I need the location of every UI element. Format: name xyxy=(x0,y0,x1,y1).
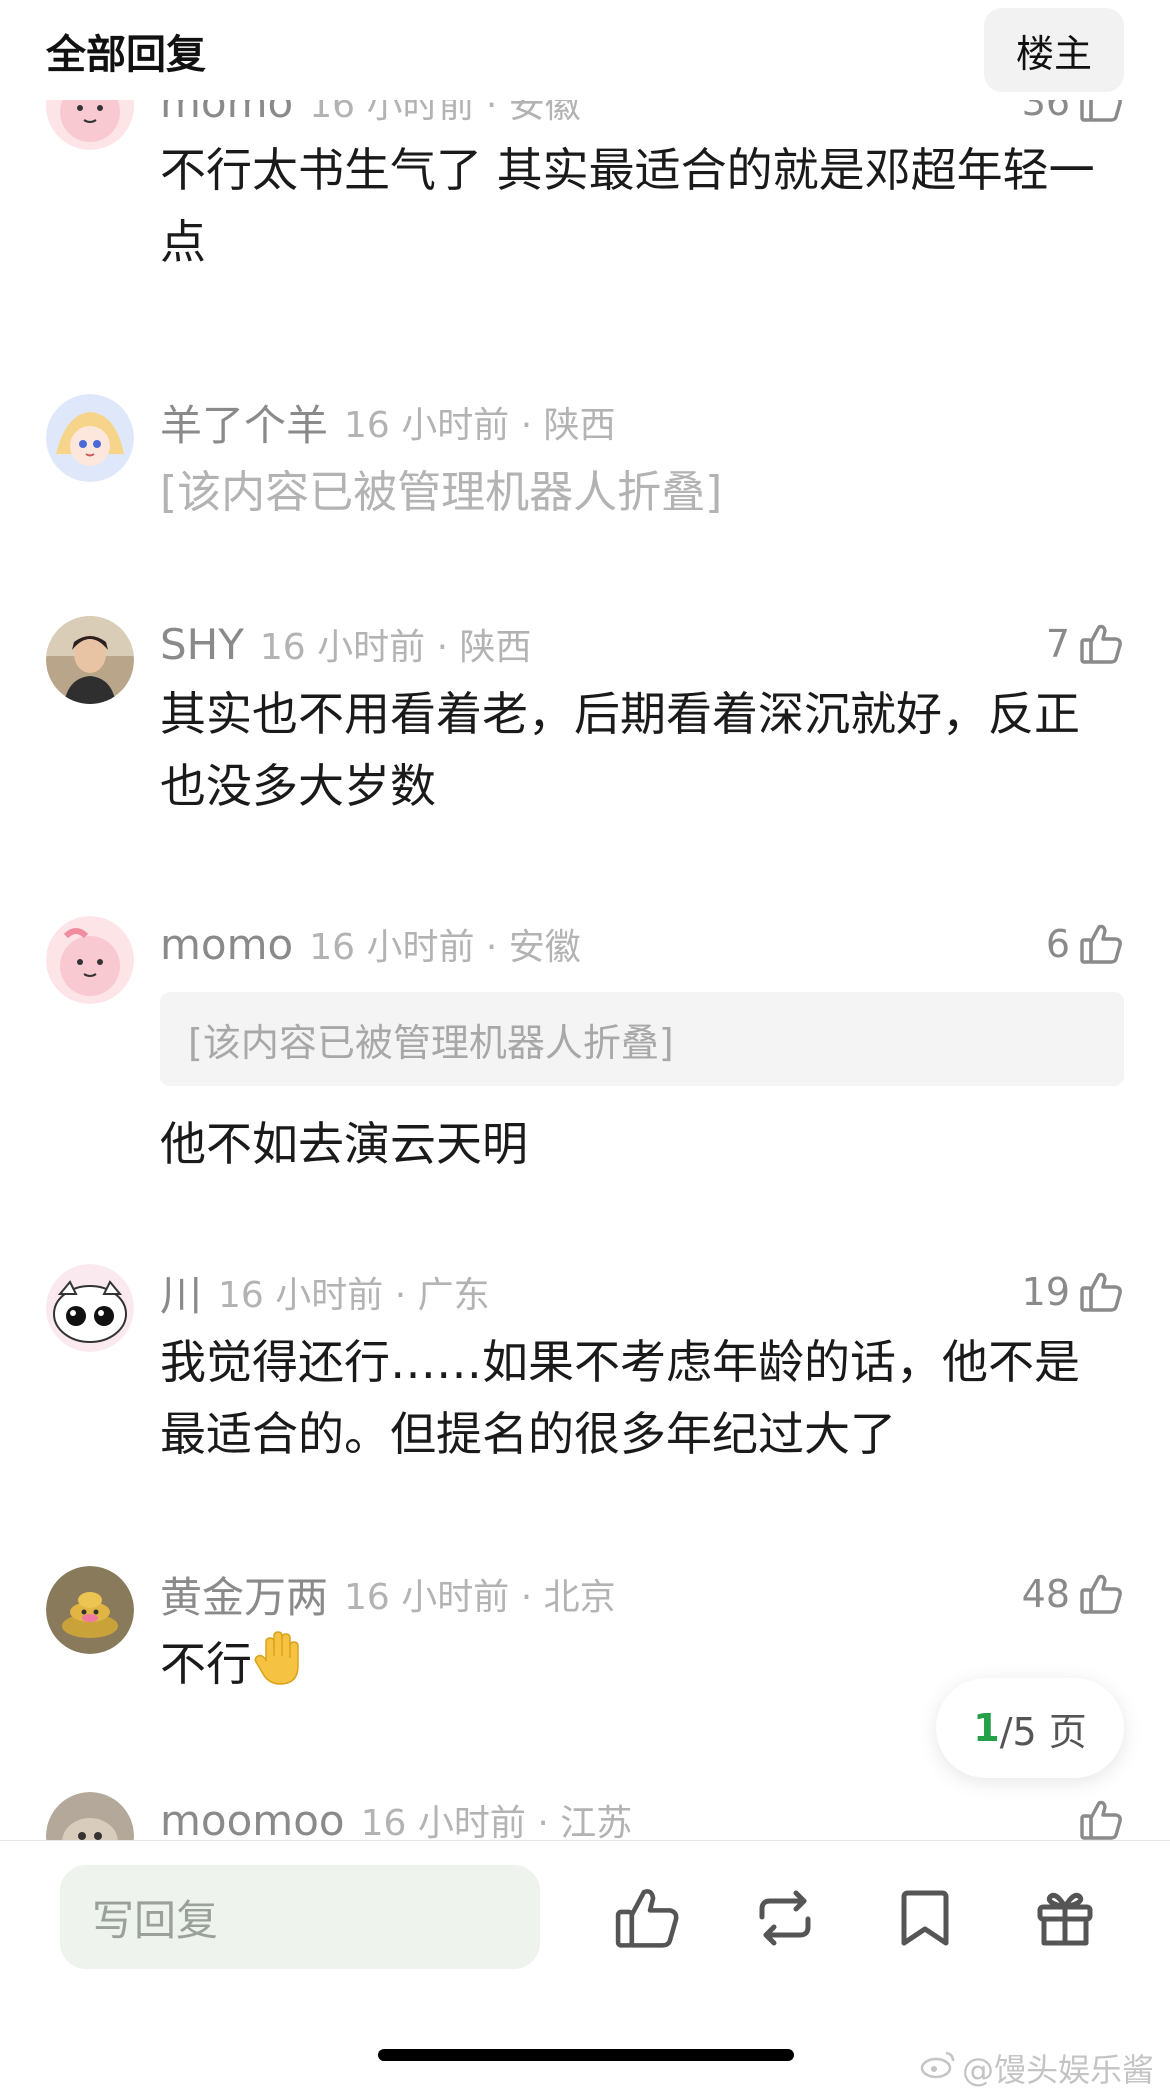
like-button[interactable]: 19 xyxy=(1022,1264,1124,1320)
gift-button[interactable] xyxy=(1030,1883,1100,1953)
timestamp-location: 16 小时前 · 江苏 xyxy=(360,1803,633,1840)
comment-meta: SHY 16 小时前 · 陕西 xyxy=(160,616,532,672)
like-button[interactable]: 36 xyxy=(1022,100,1124,130)
like-count: 36 xyxy=(1021,100,1070,124)
top-bar: 全部回复 楼主 xyxy=(0,0,1170,100)
thumbs-up-icon xyxy=(1078,1269,1124,1315)
like-button[interactable]: 48 xyxy=(1022,1566,1124,1622)
current-page: 1 xyxy=(973,1706,1000,1750)
avatar[interactable] xyxy=(46,1264,134,1352)
page-indicator[interactable]: 1/5 页 xyxy=(936,1678,1124,1778)
op-only-button[interactable]: 楼主 xyxy=(984,8,1124,92)
comment-meta: 羊了个羊 16 小时前 · 陕西 xyxy=(160,394,616,450)
thumbs-up-icon xyxy=(1078,100,1124,125)
thumbs-up-icon xyxy=(1078,1797,1124,1840)
total-pages: /5 页 xyxy=(999,1709,1087,1754)
comment-item: momo 16 小时前 · 安徽 36 不行太书生气了 其实最适合的就是邓超年轻… xyxy=(0,100,1170,374)
avatar[interactable] xyxy=(46,616,134,704)
comment-text: 我觉得还行……如果不考虑年龄的话，他不是最适合的。但提名的很多年纪过大了 xyxy=(160,1335,1080,1461)
timestamp-location: 16 小时前 · 广东 xyxy=(218,1275,490,1316)
comment-meta: moomoo 16 小时前 · 江苏 xyxy=(160,1792,633,1841)
comment-text: 不行太书生气了 其实最适合的就是邓超年轻一点 xyxy=(160,143,1095,269)
comment-meta: 川 16 小时前 · 广东 xyxy=(160,1264,490,1320)
avatar[interactable] xyxy=(46,916,134,1004)
avatar[interactable] xyxy=(46,394,134,482)
like-count: 19 xyxy=(1021,1270,1070,1314)
page-title: 全部回复 xyxy=(46,32,206,78)
timestamp-location: 16 小时前 · 北京 xyxy=(344,1577,616,1618)
avatar[interactable] xyxy=(46,1792,134,1840)
gift-icon xyxy=(1030,1892,1100,1957)
thumbs-up-icon xyxy=(612,1889,682,1957)
comment-item: momo 16 小时前 · 安徽 6 [该内容已被管理机器人折叠] 他不如去演云… xyxy=(0,916,1170,1186)
timestamp-location: 16 小时前 · 安徽 xyxy=(309,927,581,968)
timestamp-location: 16 小时前 · 安徽 xyxy=(309,100,581,126)
username[interactable]: SHY xyxy=(160,620,244,669)
comment-text: 其实也不用看着老，后期看着深沉就好，反正也没多大岁数 xyxy=(160,687,1080,813)
comment-item: 川 16 小时前 · 广东 19 我觉得还行……如果不考虑年龄的话，他不是最适合… xyxy=(0,1264,1170,1484)
comment-meta: momo 16 小时前 · 安徽 xyxy=(160,916,581,972)
comment-text-content: 不行 xyxy=(160,1637,252,1691)
watermark: @馒头娱乐酱 xyxy=(920,2045,1154,2089)
comment-list[interactable]: momo 16 小时前 · 安徽 36 不行太书生气了 其实最适合的就是邓超年轻… xyxy=(0,100,1170,1840)
username[interactable]: 黄金万两 xyxy=(160,1564,328,1625)
weibo-logo-icon xyxy=(920,2049,956,2087)
username[interactable]: 川 xyxy=(160,1262,202,1323)
home-indicator xyxy=(378,2049,794,2061)
comment-meta: momo 16 小时前 · 安徽 xyxy=(160,100,581,130)
thumbs-up-icon xyxy=(1078,621,1124,667)
like-count: 6 xyxy=(1045,922,1070,966)
raised-hand-emoji-icon xyxy=(252,1628,308,1708)
repost-button[interactable] xyxy=(750,1883,820,1953)
comment-text: 他不如去演云天明 xyxy=(160,1117,528,1171)
timestamp-location: 16 小时前 · 陕西 xyxy=(344,405,616,446)
like-button[interactable]: 7 xyxy=(1046,616,1124,672)
bookmark-icon xyxy=(890,1890,960,1957)
comment-item: moomoo 16 小时前 · 江苏 xyxy=(0,1792,1170,1840)
timestamp-location: 16 小时前 · 陕西 xyxy=(259,627,532,668)
like-post-button[interactable] xyxy=(612,1883,682,1953)
bottom-action-bar: 写回复 @馒头娱乐酱 xyxy=(0,1840,1170,2089)
like-count: 48 xyxy=(1021,1572,1070,1616)
bookmark-button[interactable] xyxy=(890,1883,960,1953)
repost-icon xyxy=(750,1890,820,1957)
avatar[interactable] xyxy=(46,1566,134,1654)
like-button[interactable] xyxy=(1078,1792,1124,1840)
username[interactable]: moomoo xyxy=(160,1796,345,1841)
reply-input[interactable]: 写回复 xyxy=(60,1865,540,1969)
watermark-text: @馒头娱乐酱 xyxy=(961,2051,1154,2089)
quoted-folded-reply[interactable]: [该内容已被管理机器人折叠] xyxy=(160,992,1124,1086)
comment-item: SHY 16 小时前 · 陕西 7 其实也不用看着老，后期看着深沉就好，反正也没… xyxy=(0,616,1170,836)
like-button[interactable]: 6 xyxy=(1046,916,1124,972)
comment-item: 羊了个羊 16 小时前 · 陕西 [该内容已被管理机器人折叠] xyxy=(0,394,1170,544)
username[interactable]: momo xyxy=(160,100,293,127)
avatar[interactable] xyxy=(46,100,134,150)
thumbs-up-icon xyxy=(1078,1571,1124,1617)
folded-notice[interactable]: [该内容已被管理机器人折叠] xyxy=(160,456,722,520)
username[interactable]: momo xyxy=(160,920,293,969)
like-count: 7 xyxy=(1045,622,1070,666)
username[interactable]: 羊了个羊 xyxy=(160,392,328,453)
thumbs-up-icon xyxy=(1078,921,1124,967)
comment-meta: 黄金万两 16 小时前 · 北京 xyxy=(160,1566,616,1622)
